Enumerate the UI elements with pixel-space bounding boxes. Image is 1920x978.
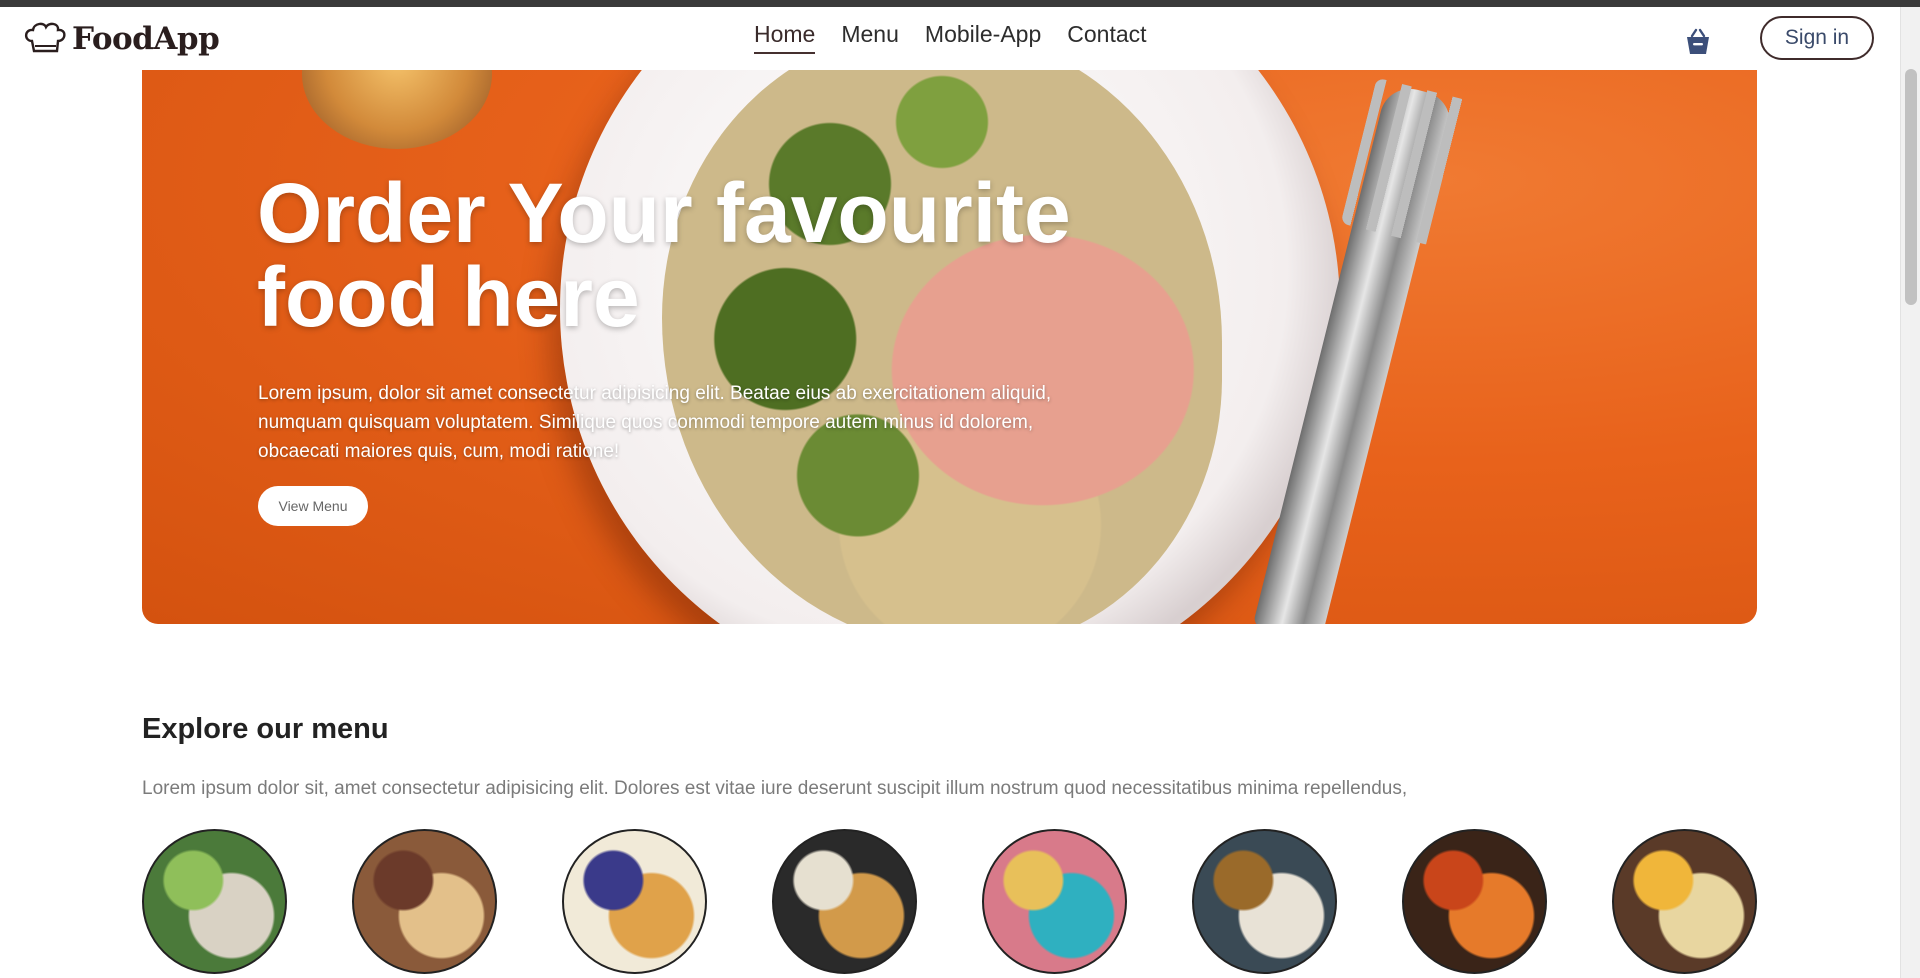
navbar: FoodApp Home Menu Mobile-App Contact Sig… [0, 7, 1900, 70]
hero-food-image [662, 69, 1222, 624]
logo[interactable]: FoodApp [22, 19, 220, 59]
vertical-scrollbar[interactable] [1900, 7, 1920, 978]
menu-item-deserts[interactable] [562, 829, 707, 974]
chef-hat-icon [24, 22, 66, 53]
menu-category-list [142, 829, 1762, 978]
basket-icon[interactable] [1683, 27, 1713, 57]
hero-description: Lorem ipsum, dolor sit amet consectetur … [258, 383, 1052, 462]
menu-item-cake[interactable] [982, 829, 1127, 974]
scrollbar-thumb[interactable] [1905, 69, 1917, 305]
explore-menu-title: Explore our menu [142, 713, 389, 745]
main-nav: Home Menu Mobile-App Contact [754, 21, 1173, 54]
logo-text: FoodApp [72, 21, 220, 57]
nav-contact[interactable]: Contact [1067, 21, 1146, 54]
hero-bowl-image [302, 69, 492, 149]
menu-item-rolls[interactable] [352, 829, 497, 974]
hero-banner: Order Your favourite food here Lorem ips… [142, 69, 1757, 624]
nav-menu[interactable]: Menu [841, 21, 899, 54]
sign-in-button[interactable]: Sign in [1760, 16, 1874, 60]
menu-item-sandwich[interactable] [772, 829, 917, 974]
menu-item-pasta[interactable] [1402, 829, 1547, 974]
page: FoodApp Home Menu Mobile-App Contact Sig… [0, 7, 1900, 978]
menu-item-noodles[interactable] [1612, 829, 1757, 974]
menu-item-salad[interactable] [142, 829, 287, 974]
explore-menu-description: Lorem ipsum dolor sit, amet consectetur … [142, 778, 1408, 799]
nav-home[interactable]: Home [754, 21, 816, 54]
window-top-strip [0, 0, 1920, 7]
view-menu-button[interactable]: View Menu [258, 486, 368, 526]
nav-mobile-app[interactable]: Mobile-App [925, 21, 1041, 54]
hero-title: Order Your favourite food here [257, 166, 1071, 344]
menu-item-pure-veg[interactable] [1192, 829, 1337, 974]
